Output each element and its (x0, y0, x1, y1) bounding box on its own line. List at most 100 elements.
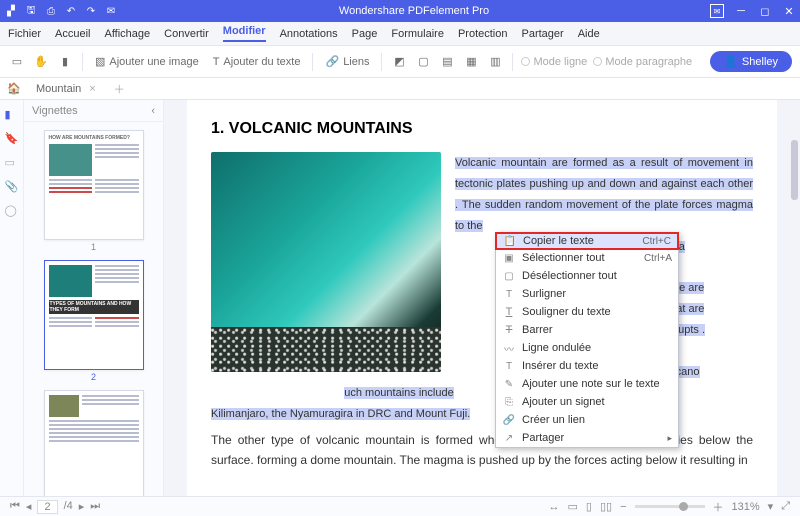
next-page-icon[interactable]: ▸ (79, 500, 85, 514)
minimize-button[interactable]: ─ (734, 4, 748, 18)
copy-icon: 📋 (503, 236, 517, 247)
ctx-highlight[interactable]: TSurligner (496, 285, 678, 303)
user-icon: 👤 (724, 55, 738, 68)
select-all-icon: ▣ (502, 253, 516, 264)
view-facing-icon[interactable]: ▯▯ (600, 500, 612, 513)
thumbnail-2[interactable]: TYPES OF MOUNTAINS AND HOW THEY FORM 2 (44, 260, 144, 382)
highlight-icon: T (502, 289, 516, 300)
menu-formulaire[interactable]: Formulaire (391, 28, 444, 40)
first-page-icon[interactable]: ⏮ (10, 500, 20, 514)
menu-protection[interactable]: Protection (458, 28, 508, 40)
edit-tool-icon[interactable]: ▮ (56, 53, 74, 71)
view-single-icon[interactable]: ▯ (586, 500, 592, 513)
insert-icon: T (502, 361, 516, 372)
crop-icon[interactable]: ◩ (390, 53, 408, 71)
note-icon: ✎ (502, 379, 516, 390)
ctx-underline[interactable]: TSouligner du texte (496, 303, 678, 321)
save-icon[interactable]: 🖫 (24, 4, 38, 18)
user-button[interactable]: 👤Shelley (710, 51, 792, 72)
menu-aide[interactable]: Aide (578, 28, 600, 40)
menu-modifier[interactable]: Modifier (223, 25, 266, 42)
menu-page[interactable]: Page (352, 28, 378, 40)
collapse-panel-icon[interactable]: ‹ (151, 105, 155, 117)
mode-line-radio[interactable]: Mode ligne (521, 56, 587, 68)
context-menu: 📋Copier le texteCtrl+C ▣Sélectionner tou… (495, 232, 679, 448)
page: 1. VOLCANIC MOUNTAINS Volcanic mountain … (187, 100, 777, 516)
maximize-button[interactable]: ◻ (758, 4, 772, 18)
thumbnails-icon[interactable]: ▮ (5, 108, 19, 122)
fit-page-icon[interactable]: ▭ (568, 500, 578, 513)
ctx-add-note[interactable]: ✎Ajouter une note sur le texte (496, 375, 678, 393)
ctx-deselect[interactable]: ▢Désélectionner tout (496, 267, 678, 285)
ctx-insert-text[interactable]: TInsérer du texte (496, 357, 678, 375)
app-logo: ▞ (4, 4, 18, 18)
ctx-strikethrough[interactable]: TBarrer (496, 321, 678, 339)
attachments-icon[interactable]: 📎 (5, 180, 19, 194)
menu-convertir[interactable]: Convertir (164, 28, 209, 40)
fullscreen-icon[interactable]: ⤢ (781, 500, 790, 513)
document-tab[interactable]: Mountain× (28, 81, 104, 97)
menu-annotations[interactable]: Annotations (280, 28, 338, 40)
ctx-copy-text[interactable]: 📋Copier le texteCtrl+C (495, 232, 679, 250)
menu-affichage[interactable]: Affichage (104, 28, 150, 40)
watermark-icon[interactable]: ▢ (414, 53, 432, 71)
document-tab-bar: 🏠 Mountain× ＋ (0, 78, 800, 100)
bates-icon[interactable]: ▥ (486, 53, 504, 71)
ctx-squiggly[interactable]: 〰Ligne ondulée (496, 339, 678, 357)
title-bar: ▞ 🖫 ⎙ ↶ ↷ ✉ Wondershare PDFelement Pro ✉… (0, 0, 800, 22)
header-footer-icon[interactable]: ▦ (462, 53, 480, 71)
zoom-dropdown-icon[interactable]: ▾ (768, 500, 774, 513)
ctx-create-link[interactable]: 🔗Créer un lien (496, 411, 678, 429)
mail-icon[interactable]: ✉ (104, 4, 118, 18)
zoom-in-icon[interactable]: ＋ (713, 499, 724, 515)
zoom-out-icon[interactable]: − (620, 501, 626, 513)
thumbnails-title: Vignettes (32, 105, 78, 117)
link-add-icon: 🔗 (502, 415, 516, 426)
redo-icon[interactable]: ↷ (84, 4, 98, 18)
menu-accueil[interactable]: Accueil (55, 28, 90, 40)
select-tool-icon[interactable]: ▭ (8, 53, 26, 71)
prev-page-icon[interactable]: ◂ (26, 500, 32, 514)
thumbnail-3[interactable]: 3 (44, 390, 144, 512)
zoom-level: 131% (732, 501, 760, 513)
zoom-slider[interactable] (635, 505, 705, 508)
notification-icon[interactable]: ✉ (710, 4, 724, 18)
home-tab-icon[interactable]: 🏠 (6, 81, 22, 97)
link-button[interactable]: 🔗Liens (321, 53, 373, 70)
close-button[interactable]: ✕ (782, 4, 796, 18)
new-tab-button[interactable]: ＋ (110, 81, 129, 97)
share-icon: ↗ (502, 433, 516, 444)
ctx-add-bookmark[interactable]: ⎘Ajouter un signet (496, 393, 678, 411)
thumbnail-1[interactable]: HOW ARE MOUNTAINS FORMED? 1 (44, 130, 144, 252)
last-page-icon[interactable]: ⏭ (90, 500, 100, 514)
close-tab-icon[interactable]: × (89, 83, 95, 95)
thumbnails-panel: Vignettes ‹ HOW ARE MOUNTAINS FORMED? 1 T… (24, 100, 164, 516)
app-title: Wondershare PDFelement Pro (118, 5, 710, 17)
page-number-field[interactable]: 2 (37, 500, 57, 514)
ctx-select-all[interactable]: ▣Sélectionner toutCtrl+A (496, 249, 678, 267)
link-icon: 🔗 (325, 55, 339, 68)
hand-tool-icon[interactable]: ✋ (32, 53, 50, 71)
undo-icon[interactable]: ↶ (64, 4, 78, 18)
underline-icon: T (502, 306, 516, 318)
strike-icon: T (502, 324, 516, 336)
document-viewport[interactable]: 1. VOLCANIC MOUNTAINS Volcanic mountain … (164, 100, 800, 516)
image-icon: ▧ (95, 55, 105, 68)
add-image-button[interactable]: ▧Ajouter une image (91, 53, 203, 70)
add-text-button[interactable]: TAjouter du texte (209, 54, 305, 70)
menu-partager[interactable]: Partager (521, 28, 563, 40)
background-icon[interactable]: ▤ (438, 53, 456, 71)
mode-paragraph-radio[interactable]: Mode paragraphe (593, 56, 692, 68)
vertical-scrollbar[interactable] (791, 100, 798, 516)
squiggly-icon: 〰 (502, 341, 516, 356)
bookmarks-icon[interactable]: 🔖 (5, 132, 19, 146)
comments-icon[interactable]: ◯ (5, 204, 19, 218)
menu-fichier[interactable]: Fichier (8, 28, 41, 40)
print-icon[interactable]: ⎙ (44, 4, 58, 18)
volcanic-crater-image (211, 152, 441, 372)
search-panel-icon[interactable]: ▭ (5, 156, 19, 170)
section-heading: 1. VOLCANIC MOUNTAINS (211, 120, 753, 138)
status-bar: ⏮ ◂ 2 /4 ▸ ⏭ ↔ ▭ ▯ ▯▯ − ＋ 131% ▾ ⤢ (0, 496, 800, 516)
ctx-share[interactable]: ↗Partager (496, 429, 678, 447)
fit-width-icon[interactable]: ↔ (549, 501, 560, 513)
